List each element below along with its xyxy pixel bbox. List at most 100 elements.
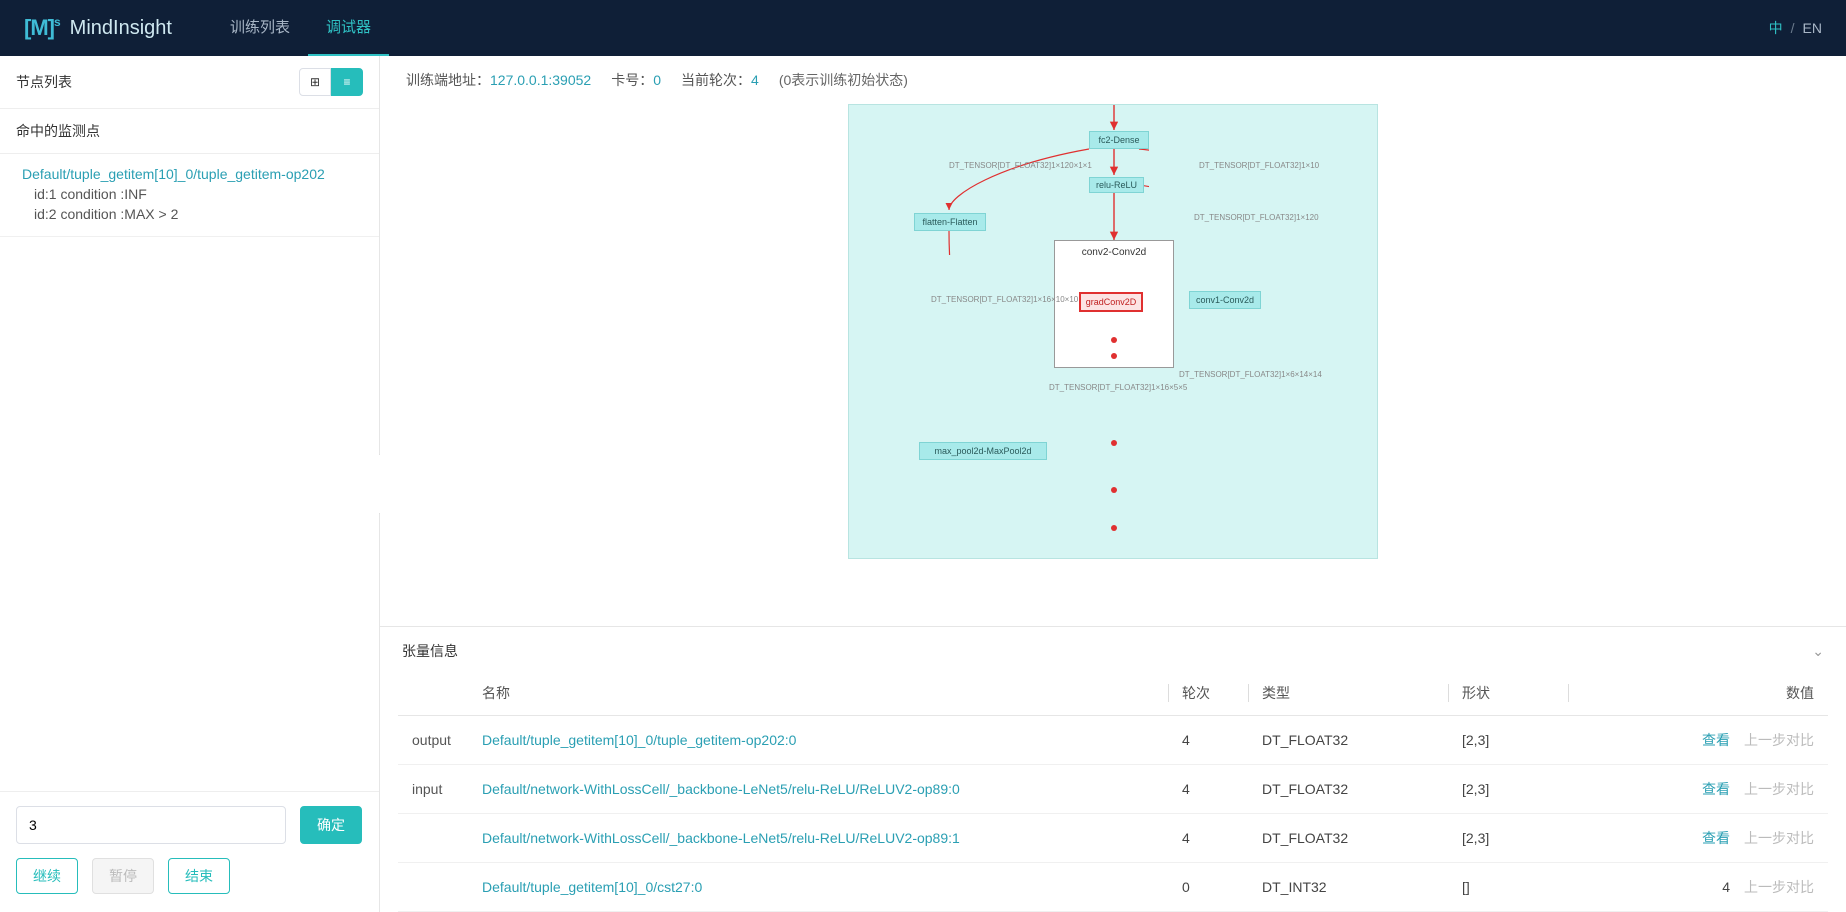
graph-canvas-wrap[interactable]: fc2-Dense relu-ReLU flatten-Flatten conv… (380, 104, 1846, 626)
table-row: Default/tuple_getitem[10]_0/cst27:0 0DT_I… (398, 863, 1828, 912)
addr-value: 127.0.0.1:39052 (490, 72, 591, 88)
view-grid-button[interactable]: ⊞ (299, 68, 331, 96)
th-value: 数值 (1568, 671, 1828, 716)
sidebar-subheading: 命中的监测点 (0, 109, 379, 154)
cell-round: 0 (1168, 863, 1248, 912)
cell-name: Default/network-WithLossCell/_backbone-L… (468, 814, 1168, 863)
tensor-name-link[interactable]: Default/network-WithLossCell/_backbone-L… (482, 781, 960, 797)
graph-port-dot (1111, 487, 1117, 493)
sidebar-title: 节点列表 (16, 72, 72, 92)
tensor-section-title: 张量信息 (402, 641, 458, 661)
th-shape: 形状 (1448, 671, 1568, 716)
list-icon: ≡ (343, 75, 350, 89)
cell-type: DT_INT32 (1248, 863, 1448, 912)
graph-node-maxpool[interactable]: max_pool2d-MaxPool2d (919, 442, 1047, 460)
round-note: (0表示训练初始状态) (779, 70, 908, 90)
sidebar-footer: 确定 继续 暂停 结束 (0, 791, 379, 912)
round-value: 4 (751, 72, 759, 88)
watchpoint-item[interactable]: Default/tuple_getitem[10]_0/tuple_getite… (0, 154, 379, 237)
cell-shape: [] (1448, 863, 1568, 912)
watchpoint-list: Default/tuple_getitem[10]_0/tuple_getite… (0, 154, 379, 791)
graph-edge-label: DT_TENSOR[DT_FLOAT32]1×120×1×1 (949, 161, 1092, 170)
graph-port-dot (1111, 440, 1117, 446)
top-nav: 训练列表 调试器 (212, 0, 389, 56)
table-row: input Default/network-WithLossCell/_backb… (398, 765, 1828, 814)
cell-value: 4上一步对比 (1568, 863, 1828, 912)
watchpoint-condition: id:1 condition :INF (22, 186, 363, 202)
view-link[interactable]: 查看 (1702, 781, 1730, 797)
content: 训练端地址：127.0.0.1:39052 卡号：0 当前轮次：4 (0表示训练… (380, 56, 1846, 912)
cell-name: Default/tuple_getitem[10]_0/cst27:0 (468, 863, 1168, 912)
cell-shape: [2,3] (1448, 814, 1568, 863)
graph-edge-label: DT_TENSOR[DT_FLOAT32]1×16×10×10 (931, 295, 1078, 304)
graph-port-dot (1111, 337, 1117, 343)
graph-edge-label: DT_TENSOR[DT_FLOAT32]1×10 (1199, 161, 1319, 170)
end-button[interactable]: 结束 (168, 858, 230, 894)
graph-node-fc2[interactable]: fc2-Dense (1089, 131, 1149, 149)
app-brand: MindInsight (70, 17, 172, 40)
step-input[interactable] (16, 806, 286, 844)
compare-link: 上一步对比 (1744, 781, 1814, 797)
addr-label: 训练端地址： (406, 72, 490, 88)
cell-round: 4 (1168, 814, 1248, 863)
app-logo: [M]s MindInsight (24, 15, 172, 41)
continue-button[interactable]: 继续 (16, 858, 78, 894)
lang-zh[interactable]: 中 (1769, 18, 1783, 38)
pause-button: 暂停 (92, 858, 154, 894)
graph-edge-label: DT_TENSOR[DT_FLOAT32]1×6×14×14 (1179, 370, 1322, 379)
compare-link: 上一步对比 (1744, 732, 1814, 748)
cell-group: output (398, 716, 468, 765)
sidebar: 节点列表 ⊞ ≡ 命中的监测点 Default/tuple_getitem[10… (0, 56, 380, 912)
table-row: output Default/tuple_getitem[10]_0/tuple_… (398, 716, 1828, 765)
th-round: 轮次 (1168, 671, 1248, 716)
compare-link: 上一步对比 (1744, 830, 1814, 846)
th-name: 名称 (468, 671, 1168, 716)
card-label: 卡号： (611, 72, 653, 88)
card-value: 0 (653, 72, 661, 88)
graph-port-dot (1111, 525, 1117, 531)
graph-node-flatten[interactable]: flatten-Flatten (914, 213, 986, 231)
tensor-name-link[interactable]: Default/tuple_getitem[10]_0/cst27:0 (482, 879, 702, 895)
grid-icon: ⊞ (310, 75, 320, 89)
graph-node-relu[interactable]: relu-ReLU (1089, 177, 1144, 193)
cell-group: input (398, 765, 468, 814)
cell-name: Default/network-WithLossCell/_backbone-L… (468, 765, 1168, 814)
graph-edge-label: DT_TENSOR[DT_FLOAT32]1×120 (1194, 213, 1319, 222)
cell-value: 查看上一步对比 (1568, 765, 1828, 814)
graph-node-conv1[interactable]: conv1-Conv2d (1189, 291, 1261, 309)
cell-name: Default/tuple_getitem[10]_0/tuple_getite… (468, 716, 1168, 765)
view-link[interactable]: 查看 (1702, 830, 1730, 846)
graph-node-gradconv2d[interactable]: gradConv2D (1079, 292, 1143, 312)
view-toggle: ⊞ ≡ (299, 68, 363, 96)
round-label: 当前轮次： (681, 72, 751, 88)
graph-group-title: conv2-Conv2d (1055, 247, 1173, 258)
status-bar: 训练端地址：127.0.0.1:39052 卡号：0 当前轮次：4 (0表示训练… (380, 56, 1846, 104)
lang-en[interactable]: EN (1803, 20, 1822, 36)
view-list-button[interactable]: ≡ (331, 68, 363, 96)
cell-group (398, 814, 468, 863)
logo-mark: [M]s (24, 15, 60, 41)
nav-train-list[interactable]: 训练列表 (212, 0, 308, 56)
table-row: Default/network-WithLossCell/_backbone-L… (398, 814, 1828, 863)
tensor-name-link[interactable]: Default/network-WithLossCell/_backbone-L… (482, 830, 960, 846)
chevron-down-icon: ⌄ (1812, 643, 1824, 659)
cell-round: 4 (1168, 765, 1248, 814)
nav-debugger[interactable]: 调试器 (308, 0, 389, 56)
watchpoint-condition: id:2 condition :MAX > 2 (22, 206, 363, 222)
graph-canvas[interactable]: fc2-Dense relu-ReLU flatten-Flatten conv… (848, 104, 1378, 559)
graph-edge-label: DT_TENSOR[DT_FLOAT32]1×16×5×5 (1049, 383, 1187, 392)
tensor-collapse-button[interactable]: ⌄ (1812, 643, 1824, 660)
confirm-button[interactable]: 确定 (300, 806, 362, 844)
cell-type: DT_FLOAT32 (1248, 814, 1448, 863)
cell-value: 查看上一步对比 (1568, 814, 1828, 863)
th-type: 类型 (1248, 671, 1448, 716)
tensor-name-link[interactable]: Default/tuple_getitem[10]_0/tuple_getite… (482, 732, 796, 748)
cell-type: DT_FLOAT32 (1248, 716, 1448, 765)
cell-group (398, 863, 468, 912)
watchpoint-link[interactable]: Default/tuple_getitem[10]_0/tuple_getite… (22, 166, 363, 182)
view-link[interactable]: 查看 (1702, 732, 1730, 748)
cell-shape: [2,3] (1448, 765, 1568, 814)
language-switch: 中 / EN (1769, 18, 1822, 38)
cell-round: 4 (1168, 716, 1248, 765)
graph-port-dot (1111, 353, 1117, 359)
